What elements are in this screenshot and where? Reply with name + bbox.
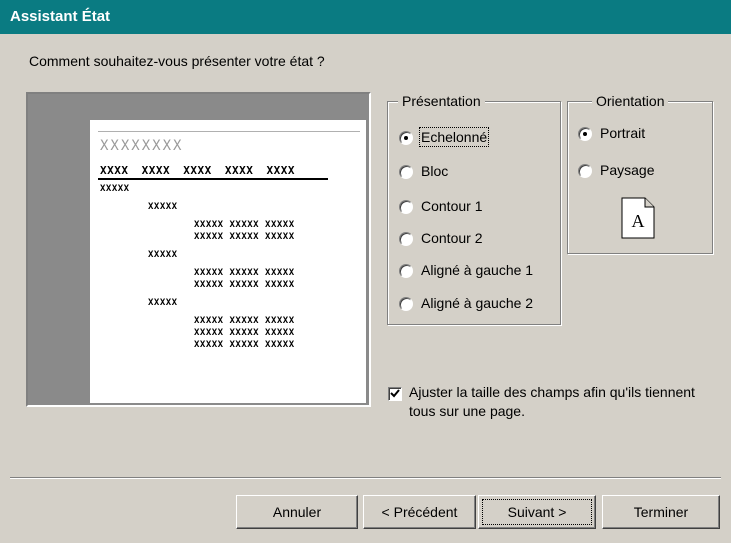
radio-circle — [399, 131, 413, 145]
preview-row: XXXXX XXXXX XXXXX — [194, 316, 295, 326]
preview-page: XXXXXXXX XXXX XXXX XXXX XXXX XXXX XXXXX … — [90, 120, 366, 403]
preview-title: XXXXXXXX — [100, 138, 184, 154]
preview-row: XXXXX XXXXX XXXXX — [194, 232, 295, 242]
preview-row: XXXXX — [148, 250, 178, 260]
radio-label: Aligné à gauche 2 — [421, 295, 534, 311]
report-wizard-window: Assistant État Comment souhaitez-vous pr… — [0, 0, 731, 543]
radio-label: Bloc — [421, 163, 449, 179]
radio-selected-dot — [583, 132, 587, 136]
radio-circle — [399, 232, 413, 246]
radio-label: Echelonné — [418, 127, 490, 147]
preview-row: XXXXX XXXXX XXXXX — [194, 280, 295, 290]
radio-circle — [399, 297, 413, 311]
finish-button[interactable]: Terminer — [602, 495, 720, 529]
radio-label: Paysage — [600, 162, 655, 178]
preview-row: XXXXX — [148, 298, 178, 308]
presentation-legend: Présentation — [398, 93, 485, 109]
radio-circle — [399, 264, 413, 278]
preview-header-rule — [98, 178, 328, 180]
radio-circle — [578, 127, 592, 141]
preview-row: XXXXX — [148, 202, 178, 212]
orientation-group: Orientation Portrait Paysage A — [567, 93, 713, 254]
previous-button[interactable]: < Précédent — [363, 495, 476, 529]
radio-circle — [399, 200, 413, 214]
fit-fields-checkbox[interactable] — [388, 387, 402, 401]
layout-preview: XXXXXXXX XXXX XXXX XXXX XXXX XXXX XXXXX … — [26, 92, 371, 407]
preview-title-rule — [98, 131, 360, 132]
question-text: Comment souhaitez-vous présenter votre é… — [29, 53, 325, 69]
preview-row: XXXXX XXXXX XXXXX — [194, 220, 295, 230]
radio-label: Aligné à gauche 1 — [421, 262, 534, 278]
portrait-page-icon: A — [621, 197, 655, 239]
preview-row: XXXXX XXXXX XXXXX — [194, 268, 295, 278]
cancel-button[interactable]: Annuler — [236, 495, 358, 529]
radio-label: Contour 1 — [421, 198, 483, 214]
preview-row: XXXXX XXXXX XXXXX — [194, 340, 295, 350]
window-title: Assistant État — [10, 8, 111, 25]
title-bar[interactable]: Assistant État — [0, 0, 731, 34]
preview-header: XXXX XXXX XXXX XXXX XXXX — [100, 164, 295, 177]
radio-label: Portrait — [600, 125, 646, 141]
preview-row: XXXXX XXXXX XXXXX — [194, 328, 295, 338]
checkmark-icon — [390, 389, 400, 398]
separator — [10, 477, 721, 479]
svg-text:A: A — [632, 211, 645, 231]
radio-label: Contour 2 — [421, 230, 483, 246]
fit-fields-label[interactable]: Ajuster la taille des champs afin qu'ils… — [409, 383, 709, 421]
orientation-legend: Orientation — [592, 93, 669, 109]
preview-row: XXXXX — [100, 184, 130, 194]
next-button[interactable]: Suivant > — [478, 495, 596, 529]
radio-selected-dot — [404, 136, 408, 140]
radio-circle — [399, 165, 413, 179]
presentation-group: Présentation Echelonné Bloc Contour 1 Co… — [387, 93, 561, 325]
next-button-label: Suivant > — [482, 499, 592, 525]
radio-circle — [578, 164, 592, 178]
